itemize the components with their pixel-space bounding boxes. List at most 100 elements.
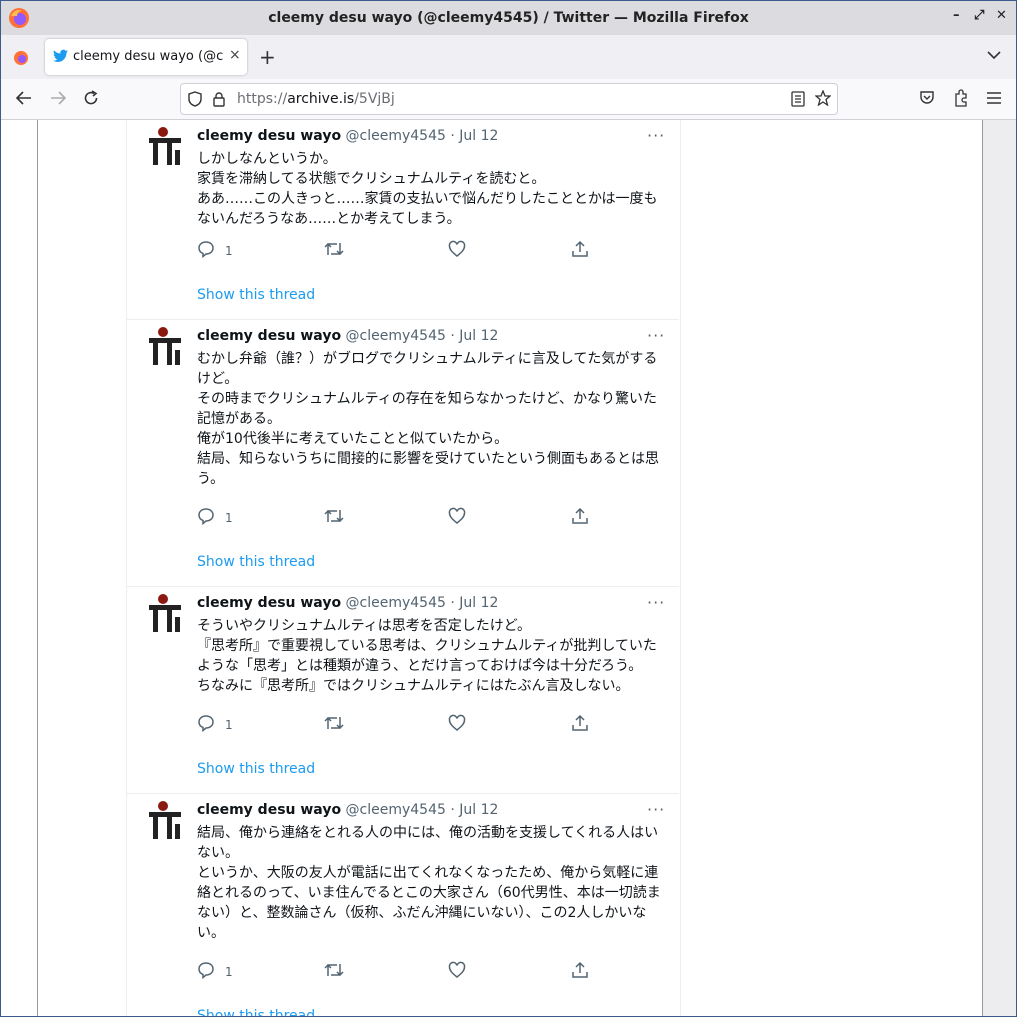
show-thread-link[interactable]: Show this thread <box>197 554 315 570</box>
reply-button[interactable]: 1 <box>197 507 233 529</box>
close-window-icon[interactable]: ✕ <box>996 8 1007 23</box>
retweet-button[interactable] <box>324 961 344 983</box>
share-button[interactable] <box>571 714 589 736</box>
reply-icon <box>198 241 214 259</box>
navigation-bar: https://archive.is/5VjBj <box>1 79 1016 120</box>
tweet[interactable]: cleemy desu wayo @cleemy4545 · Jul 12 ··… <box>127 587 679 794</box>
url-bar[interactable]: https://archive.is/5VjBj <box>180 83 838 115</box>
page-content: cleemy desu wayo @cleemy4545 · Jul 12 ··… <box>1 120 1016 1016</box>
author-name[interactable]: cleemy desu wayo <box>197 328 341 344</box>
back-arrow-icon[interactable] <box>16 91 32 105</box>
tweet-line: 結局、知らないうちに間接的に影響を受けていたという側面もあるとは思 <box>197 451 659 467</box>
share-icon <box>572 240 588 257</box>
tweet[interactable]: cleemy desu wayo @cleemy4545 · Jul 12 ··… <box>127 120 679 320</box>
forward-arrow-icon[interactable] <box>50 91 66 105</box>
tweet[interactable]: cleemy desu wayo @cleemy4545 · Jul 12 ··… <box>127 320 679 587</box>
list-all-tabs-icon[interactable] <box>987 50 1001 60</box>
reply-count: 1 <box>225 511 233 525</box>
tweet-header: cleemy desu wayo @cleemy4545 · Jul 12 <box>197 802 498 818</box>
more-options-icon[interactable]: ··· <box>647 326 665 345</box>
show-thread-link[interactable]: Show this thread <box>197 1008 315 1016</box>
firefox-window: cleemy desu wayo (@cleemy4545) / Twitter… <box>0 0 1017 1017</box>
tweet-line: 結局、俺から連絡をとれる人の中には、俺の活動を支援してくれる人はい <box>197 825 659 841</box>
page-left-border <box>37 120 38 1016</box>
tweet-line: ちなみに『思考所』ではクリシュナムルティにはたぶん言及しない。 <box>197 678 630 694</box>
share-button[interactable] <box>571 961 589 983</box>
bookmark-star-icon[interactable] <box>815 90 831 106</box>
url-domain: archive.is <box>287 91 355 107</box>
heart-icon <box>448 961 466 978</box>
tweet-line: ような「思考」とは種類が違う、とだけ言っておけば今は十分だろう。 <box>197 658 643 674</box>
twitter-bird-icon <box>53 49 68 62</box>
author-handle-date[interactable]: @cleemy4545 · Jul 12 <box>346 595 499 611</box>
retweet-button[interactable] <box>324 507 344 529</box>
minimize-icon[interactable]: – <box>953 8 960 23</box>
retweet-icon <box>324 242 344 256</box>
reply-count: 1 <box>225 965 233 979</box>
author-handle-date[interactable]: @cleemy4545 · Jul 12 <box>346 802 499 818</box>
reply-button[interactable]: 1 <box>197 240 233 262</box>
pocket-icon[interactable] <box>919 90 935 106</box>
like-button[interactable] <box>448 714 466 736</box>
tweet-line: ない。 <box>197 845 239 861</box>
tracking-protection-shield-icon[interactable] <box>188 91 202 107</box>
author-handle-date[interactable]: @cleemy4545 · Jul 12 <box>346 328 499 344</box>
retweet-button[interactable] <box>324 240 344 262</box>
tweet[interactable]: cleemy desu wayo @cleemy4545 · Jul 12 ··… <box>127 794 679 1016</box>
more-options-icon[interactable]: ··· <box>647 800 665 819</box>
reader-view-icon[interactable] <box>791 91 805 107</box>
firefox-view-icon[interactable] <box>13 50 29 66</box>
author-name[interactable]: cleemy desu wayo <box>197 802 341 818</box>
tweet-line: そういやクリシュナムルティは思考を否定したけど。 <box>197 618 532 634</box>
retweet-button[interactable] <box>324 714 344 736</box>
tweet-text: 結局、俺から連絡をとれる人の中には、俺の活動を支援してくれる人はい ない。 とい… <box>197 823 661 943</box>
tweet-line: むかし弁爺（誰？）がブログでクリシュナムルティに言及してた気がする <box>197 351 658 367</box>
tweet-text: むかし弁爺（誰？）がブログでクリシュナムルティに言及してた気がする けど。 その… <box>197 349 659 489</box>
avatar <box>149 801 181 839</box>
like-button[interactable] <box>448 240 466 262</box>
more-options-icon[interactable]: ··· <box>647 593 665 612</box>
reply-button[interactable]: 1 <box>197 961 233 983</box>
url-protocol: https:// <box>237 91 288 107</box>
reply-icon <box>198 715 214 733</box>
tweet-line: ないんだろうなあ……とか考えてしまう。 <box>197 211 461 227</box>
scrollbar-track[interactable] <box>983 120 1016 1016</box>
reload-icon[interactable] <box>83 90 99 106</box>
retweet-icon <box>324 509 344 523</box>
heart-icon <box>448 240 466 257</box>
tweet-line: 絡とれるのって、いま住んでるとこの大家さん（60代男性、本は一切読ま <box>197 885 661 901</box>
window-title: cleemy desu wayo (@cleemy4545) / Twitter… <box>268 10 749 26</box>
app-menu-icon[interactable] <box>987 92 1001 104</box>
tweet-line: ない）と、整数論さん（仮称、ふだん沖縄にいない）、この2人しかいな <box>197 905 647 921</box>
tab-twitter[interactable]: cleemy desu wayo (@cleemy4545) / Twitter… <box>45 39 247 75</box>
tweet-line: というか、大阪の友人が電話に出てくれなくなったため、俺から気軽に連 <box>197 865 659 881</box>
tweet-actions: 1 <box>197 240 657 262</box>
like-button[interactable] <box>448 507 466 529</box>
extensions-icon[interactable] <box>953 89 969 107</box>
avatar <box>149 327 181 365</box>
tweet-line: 記憶がある。 <box>197 411 281 427</box>
heart-icon <box>448 507 466 524</box>
tweet-header: cleemy desu wayo @cleemy4545 · Jul 12 <box>197 595 498 611</box>
author-handle-date[interactable]: @cleemy4545 · Jul 12 <box>346 128 499 144</box>
tweet-actions: 1 <box>197 961 657 983</box>
lock-icon[interactable] <box>213 91 225 107</box>
tweet-line: ああ……この人きっと……家賃の支払いで悩んだりしたこととかは一度も <box>197 191 658 207</box>
reply-button[interactable]: 1 <box>197 714 233 736</box>
more-options-icon[interactable]: ··· <box>647 126 665 145</box>
heart-icon <box>448 714 466 731</box>
new-tab-button[interactable]: + <box>259 45 276 69</box>
author-name[interactable]: cleemy desu wayo <box>197 128 341 144</box>
show-thread-link[interactable]: Show this thread <box>197 287 315 303</box>
restore-icon[interactable]: ⤢ <box>974 8 984 23</box>
author-name[interactable]: cleemy desu wayo <box>197 595 341 611</box>
tweet-actions: 1 <box>197 507 657 529</box>
like-button[interactable] <box>448 961 466 983</box>
tab-title: cleemy desu wayo (@cleemy4545) / Twitter <box>73 49 223 64</box>
tweet-text: しかしなんというか。 家賃を滞納してる状態でクリシュナムルティを読むと。 ああ…… <box>197 149 659 229</box>
tab-close-icon[interactable]: × <box>229 47 241 63</box>
show-thread-link[interactable]: Show this thread <box>197 761 315 777</box>
share-button[interactable] <box>571 240 589 262</box>
tweet-text: そういやクリシュナムルティは思考を否定したけど。 『思考所』で重要視している思考… <box>197 616 659 696</box>
share-button[interactable] <box>571 507 589 529</box>
